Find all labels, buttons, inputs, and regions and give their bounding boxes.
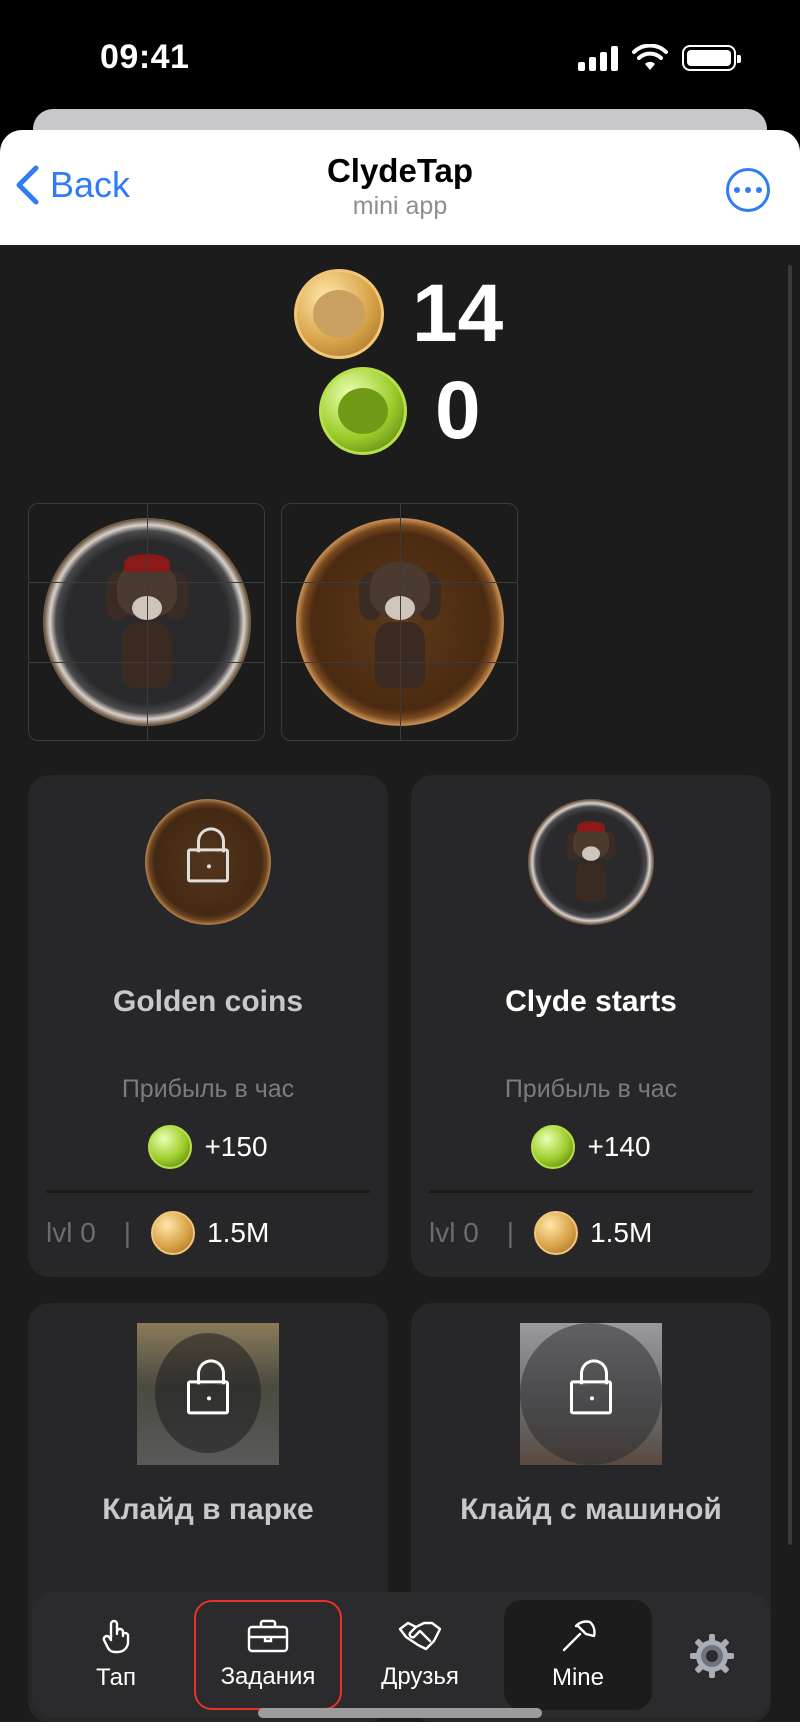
bottom-navigation: Тап Задания Друзья Mine — [32, 1592, 770, 1718]
handshake-icon — [398, 1621, 442, 1651]
more-options-button[interactable] — [726, 168, 770, 212]
gold-coin-icon — [534, 1211, 579, 1255]
pickaxe-icon — [562, 1620, 596, 1652]
level-label: lvl 0 — [429, 1217, 479, 1248]
battery-icon — [682, 45, 741, 71]
nav-friends-label: Друзья — [381, 1663, 459, 1690]
gear-icon[interactable] — [688, 1632, 736, 1680]
puzzle-card-silver[interactable] — [28, 503, 265, 741]
nav-mine[interactable]: Mine — [504, 1600, 652, 1710]
nav-tasks-label: Задания — [220, 1663, 316, 1690]
clyde-park-image — [137, 1323, 279, 1465]
green-balance: 0 — [319, 367, 481, 455]
nav-tasks[interactable]: Задания — [194, 1600, 342, 1710]
profit-label: Прибыль в час — [504, 1075, 678, 1103]
lock-icon — [187, 827, 229, 883]
puzzle-card-bronze[interactable] — [281, 503, 518, 741]
upgrade-card-clyde-starts[interactable]: Clyde starts Прибыль в час +140 lvl 0 | … — [411, 775, 771, 1277]
card-title: Clyde starts — [505, 985, 677, 1018]
nav-mine-label: Mine — [551, 1664, 605, 1691]
golden-coins-image — [145, 799, 271, 925]
wifi-icon — [632, 44, 668, 70]
clyde-starts-image — [528, 799, 654, 925]
cellular-signal-icon — [578, 45, 618, 71]
hand-tap-icon — [102, 1619, 130, 1654]
lock-icon — [187, 1359, 229, 1415]
profit-per-hour: +150 — [28, 1125, 388, 1169]
briefcase-icon — [247, 1619, 289, 1653]
nav-friends[interactable]: Друзья — [346, 1600, 494, 1710]
green-coin-icon — [148, 1125, 193, 1169]
profit-value: +140 — [587, 1131, 651, 1162]
gold-coin-icon — [151, 1211, 196, 1255]
divider — [429, 1190, 753, 1193]
cost-value: 1.5M — [590, 1217, 653, 1248]
card-title: Клайд в парке — [102, 1493, 314, 1526]
app-header: Back ClydeTap mini app — [0, 130, 800, 245]
app-title: ClydeTap — [326, 152, 474, 189]
upgrade-card-golden-coins[interactable]: Golden coins Прибыль в час +150 lvl 0 | … — [28, 775, 388, 1277]
cost-value: 1.5M — [207, 1217, 270, 1248]
gold-balance-value: 14 — [412, 268, 504, 359]
status-bar: 09:41 — [0, 0, 800, 110]
nav-tap-label: Тап — [96, 1664, 136, 1691]
scrollbar[interactable] — [788, 265, 792, 1545]
main-content[interactable]: 14 0 Golden coins Прибыль в час +150 lvl… — [0, 245, 800, 1734]
app-subtitle: mini app — [352, 192, 448, 220]
card-footer: lvl 0 | 1.5M — [46, 1211, 269, 1255]
green-balance-value: 0 — [435, 365, 481, 456]
profit-per-hour: +140 — [411, 1125, 771, 1169]
gold-balance: 14 — [294, 269, 503, 359]
nav-tap[interactable]: Тап — [42, 1600, 190, 1710]
level-label: lvl 0 — [46, 1217, 96, 1248]
bottom-edge — [0, 1722, 800, 1734]
status-time: 09:41 — [100, 38, 190, 76]
lock-icon — [570, 1359, 612, 1415]
card-title: Golden coins — [112, 985, 304, 1018]
gold-coin-icon — [294, 269, 384, 359]
card-footer: lvl 0 | 1.5M — [429, 1211, 652, 1255]
clyde-car-image — [520, 1323, 662, 1465]
home-indicator[interactable] — [258, 1708, 542, 1718]
more-dot-icon — [734, 187, 740, 193]
profit-value: +150 — [204, 1131, 268, 1162]
status-icons — [578, 44, 741, 72]
divider — [46, 1190, 370, 1193]
green-coin-icon — [319, 367, 407, 455]
card-title: Клайд с машиной — [460, 1493, 722, 1526]
green-coin-icon — [531, 1125, 576, 1169]
profit-label: Прибыль в час — [121, 1075, 295, 1103]
